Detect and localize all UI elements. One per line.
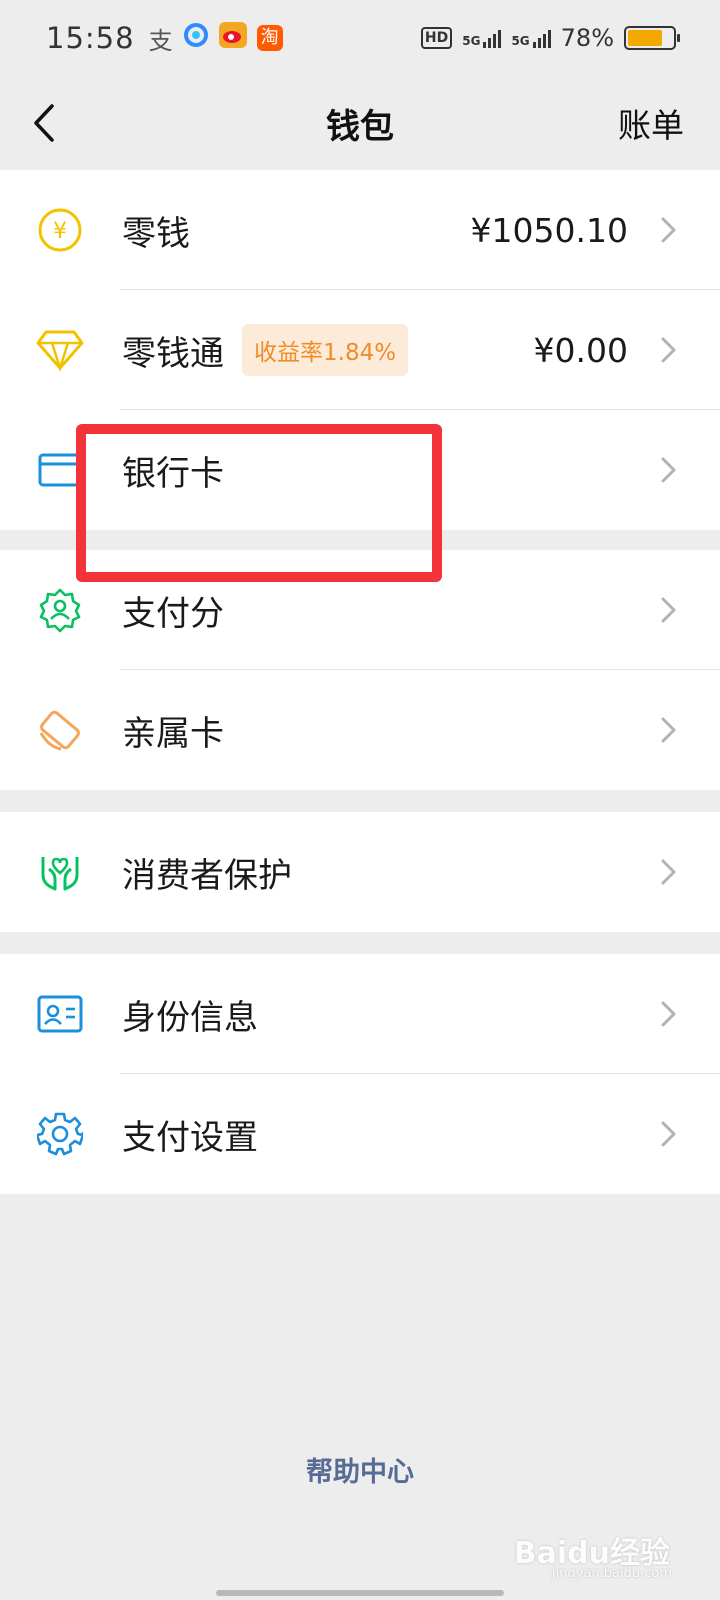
list-item-payment-settings[interactable]: 支付设置 (0, 1074, 720, 1194)
item-label: 零钱通 (122, 333, 224, 374)
chevron-right-icon (661, 217, 676, 243)
gear-icon (36, 1110, 84, 1158)
status-indicators: HD 5G 5G 78% (420, 24, 680, 52)
chevron-right-icon (661, 457, 676, 483)
item-label: 身份信息 (122, 997, 258, 1038)
chevron-right-icon (661, 717, 676, 743)
yield-rate-badge: 收益率1.84% (242, 324, 409, 376)
status-time: 15:58 (46, 21, 135, 55)
list-item-family-card[interactable]: 亲属卡 (0, 670, 720, 790)
signal-icon-2: 5G (511, 28, 551, 48)
watermark-url: jingyan.baidu.com (552, 1566, 672, 1581)
page-title: 钱包 (326, 106, 394, 147)
family-card-icon (36, 706, 84, 754)
item-label: 支付设置 (122, 1117, 258, 1158)
settings-group: 身份信息 支付设置 (0, 954, 720, 1194)
wallet-balance-group: ¥ 零钱 ¥1050.10 零钱通 收益率1.84% ¥0.00 银行卡 (0, 170, 720, 530)
hd-icon: HD (420, 27, 453, 49)
list-item-identity-info[interactable]: 身份信息 (0, 954, 720, 1074)
yuan-coin-icon: ¥ (36, 206, 84, 254)
taobao-icon: 淘 (256, 25, 283, 51)
help-center-link[interactable]: 帮助中心 (0, 1450, 720, 1489)
list-item-change[interactable]: ¥ 零钱 ¥1050.10 (0, 170, 720, 290)
nav-bar: 钱包 账单 (0, 76, 720, 170)
notification-icons: 支 淘 (149, 21, 283, 56)
pay-score-icon (36, 586, 84, 634)
chevron-right-icon (661, 337, 676, 363)
signal-icon-1: 5G (462, 28, 502, 48)
chevron-right-icon (661, 1121, 676, 1147)
bank-card-icon (36, 446, 84, 494)
balance-value: ¥1050.10 (470, 210, 628, 250)
item-label: 支付分 (122, 593, 224, 634)
back-arrow-icon[interactable] (28, 100, 68, 146)
bill-button[interactable]: 账单 (618, 99, 684, 147)
alipay-icon: 支 (148, 26, 173, 55)
item-label: 消费者保护 (122, 855, 292, 896)
list-item-bank-card[interactable]: 银行卡 (0, 410, 720, 530)
item-label: 零钱 (122, 213, 190, 254)
id-card-icon (36, 990, 84, 1038)
protection-hands-icon (36, 848, 84, 896)
battery-percent: 78% (560, 24, 614, 52)
status-bar: 15:58 支 淘 HD 5G 5G 78% (0, 0, 720, 76)
chevron-right-icon (661, 1001, 676, 1027)
home-indicator[interactable] (216, 1590, 504, 1596)
list-item-consumer-protection[interactable]: 消费者保护 (0, 812, 720, 932)
chevron-right-icon (661, 597, 676, 623)
browser-icon (183, 21, 209, 55)
svg-text:¥: ¥ (53, 219, 67, 244)
battery-icon (624, 26, 680, 50)
weibo-icon (218, 21, 247, 55)
list-item-change-plus[interactable]: 零钱通 收益率1.84% ¥0.00 (0, 290, 720, 410)
diamond-icon (36, 326, 84, 374)
balance-value: ¥0.00 (533, 330, 628, 370)
item-label: 亲属卡 (122, 713, 224, 754)
chevron-right-icon (661, 859, 676, 885)
protection-group: 消费者保护 (0, 812, 720, 932)
services-group: 支付分 亲属卡 (0, 550, 720, 790)
item-label: 银行卡 (122, 453, 224, 494)
list-item-pay-score[interactable]: 支付分 (0, 550, 720, 670)
